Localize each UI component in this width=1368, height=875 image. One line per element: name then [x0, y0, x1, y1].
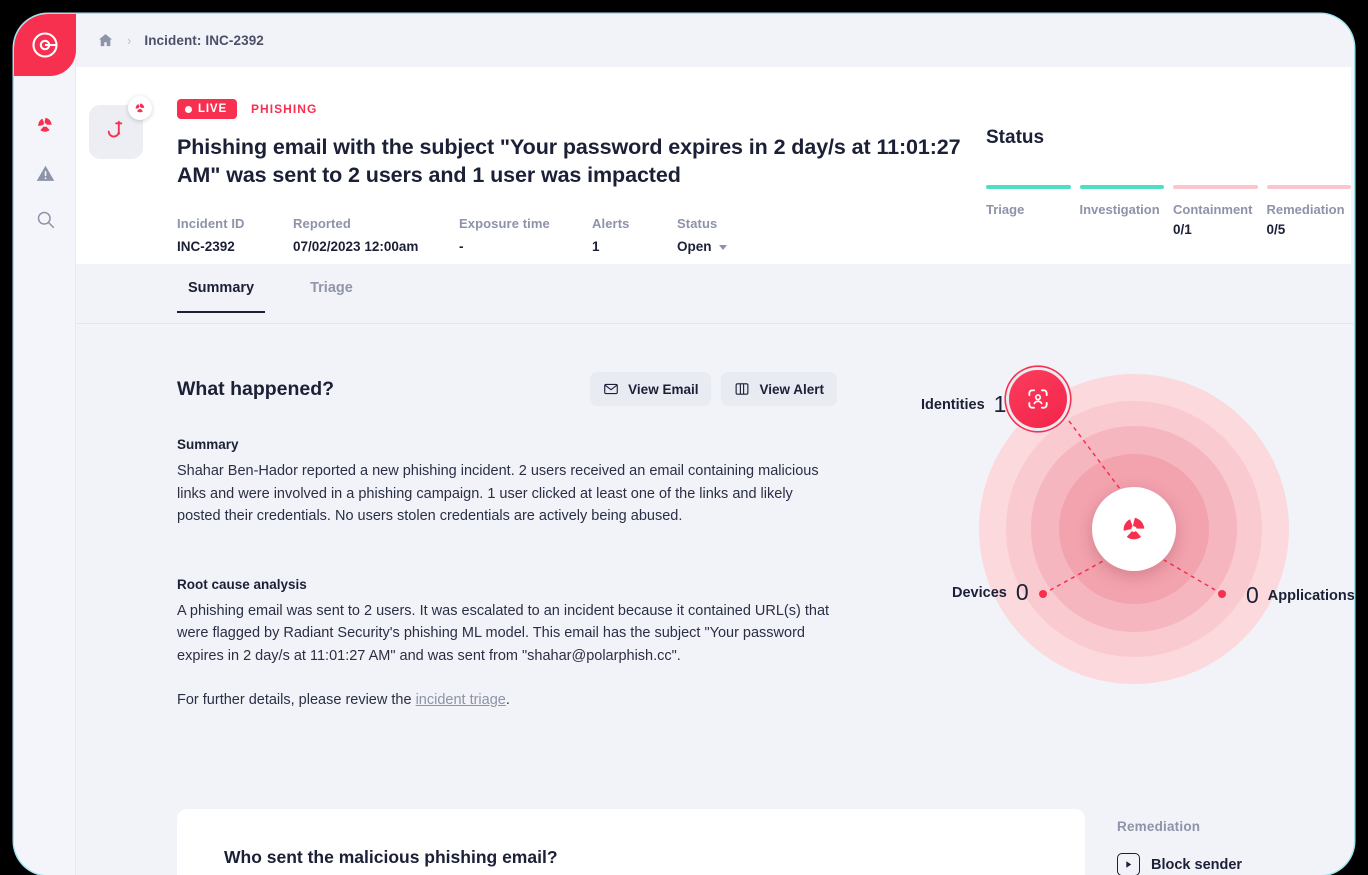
incident-header-main: LIVE PHISHING Phishing email with the su…	[177, 99, 967, 254]
live-label: LIVE	[198, 103, 227, 115]
face-id-icon	[1028, 389, 1048, 409]
sidebar	[14, 14, 76, 875]
section-title: What happened?	[177, 377, 335, 400]
sidebar-item-search[interactable]	[30, 204, 60, 234]
question-text: Who sent the malicious phishing email?	[224, 847, 558, 867]
tab-triage[interactable]: Triage	[299, 264, 364, 312]
applications-count: 0	[1246, 582, 1259, 608]
remediation-title: Remediation	[1117, 819, 1201, 834]
live-dot-icon	[185, 105, 192, 113]
page-title: Phishing email with the subject "Your pa…	[177, 135, 961, 187]
radiation-icon	[135, 103, 145, 113]
status-step-investigation[interactable]: Investigation	[1079, 185, 1164, 237]
incident-type-thumbnail	[89, 96, 152, 159]
play-action-icon	[1117, 853, 1140, 875]
summary-body: Shahar Ben-Hador reported a new phishing…	[177, 463, 819, 524]
radiation-icon	[1123, 517, 1145, 540]
blast-node-devices[interactable]	[1039, 590, 1047, 598]
blast-label-devices: Devices 0	[952, 579, 1029, 605]
status-step-containment[interactable]: Containment 0/1	[1173, 185, 1258, 237]
status-steps: Triage Investigation Containment 0/1 Rem…	[986, 185, 1351, 237]
remediation-item-label: Block sender	[1151, 856, 1243, 873]
search-icon	[37, 211, 54, 228]
status-tracker-title: Status	[986, 127, 1045, 148]
step-progress-bar	[1173, 185, 1258, 189]
step-progress-bar	[1266, 185, 1351, 189]
status-step-remediation[interactable]: Remediation 0/5	[1266, 185, 1351, 237]
live-status-badge: LIVE	[177, 99, 237, 119]
root-cause-body: A phishing email was sent to 2 users. It…	[177, 602, 830, 664]
incident-meta: Incident ID INC-2392 Reported 07/02/2023…	[177, 216, 967, 254]
question-card: Who sent the malicious phishing email?	[177, 809, 1085, 875]
radiant-security-logo-icon	[32, 32, 58, 58]
home-icon[interactable]	[97, 32, 114, 49]
step-progress-bar	[986, 185, 1071, 189]
tab-bar: Summary Triage	[76, 264, 1354, 324]
further-suffix: .	[505, 692, 510, 708]
blast-center-node	[1092, 487, 1176, 571]
breadcrumb: › Incident: INC-2392	[76, 14, 1354, 67]
view-alert-button[interactable]: View Alert	[721, 372, 837, 406]
blast-label-applications: 0 Applications	[1246, 582, 1354, 608]
incident-severity-badge	[128, 96, 152, 120]
status-tracker: Status Triage Investigation Containment …	[986, 127, 1351, 237]
what-happened-header: What happened? View Email View Alert	[177, 372, 837, 406]
panel-columns-icon	[736, 383, 749, 395]
remediation-item-block-sender[interactable]: Block sender	[1117, 853, 1354, 875]
summary-heading: Summary	[177, 437, 239, 452]
warning-triangle-icon	[36, 165, 54, 181]
envelope-icon	[604, 383, 619, 395]
app-logo[interactable]	[14, 14, 76, 76]
breadcrumb-current[interactable]: Incident: INC-2392	[144, 33, 264, 48]
step-progress-bar	[1079, 185, 1164, 189]
identities-count: 1	[993, 391, 1007, 417]
meta-alerts: Alerts 1	[592, 216, 630, 254]
tab-summary[interactable]: Summary	[177, 264, 266, 313]
status-dropdown[interactable]: Open	[677, 239, 727, 254]
view-alert-label: View Alert	[759, 381, 824, 397]
incident-category: PHISHING	[250, 102, 318, 116]
what-happened-section: What happened? View Email View Alert Sum…	[177, 372, 837, 708]
incident-badges: LIVE PHISHING	[177, 99, 967, 119]
view-email-button[interactable]: View Email	[590, 372, 712, 406]
status-value: Open	[677, 239, 712, 254]
chevron-down-icon	[718, 245, 727, 250]
status-step-triage[interactable]: Triage	[986, 185, 1071, 237]
meta-exposure-time: Exposure time -	[459, 216, 550, 254]
app-window: › Incident: INC-2392 LIVE PHISHING Phish…	[14, 14, 1354, 875]
incident-triage-link[interactable]: incident triage	[416, 692, 506, 708]
radiation-icon	[38, 117, 52, 132]
blast-label-identities: Identities 1	[921, 391, 1007, 417]
meta-reported: Reported 07/02/2023 12:00am	[293, 216, 419, 254]
further-prefix: For further details, please review the	[177, 692, 416, 708]
further-details-line: For further details, please review the i…	[177, 692, 837, 708]
blast-node-applications[interactable]	[1218, 590, 1226, 598]
remediation-panel: Remediation Block sender	[1117, 819, 1354, 875]
blast-radius-diagram: Identities 1 Devices 0 0 Applications	[921, 364, 1354, 694]
meta-status: Status Open	[677, 216, 727, 254]
sidebar-item-incidents[interactable]	[30, 110, 60, 140]
incident-header-card: LIVE PHISHING Phishing email with the su…	[76, 67, 1351, 264]
devices-count: 0	[1015, 579, 1029, 605]
sidebar-item-alerts[interactable]	[30, 158, 60, 188]
meta-incident-id: Incident ID INC-2392	[177, 216, 245, 254]
view-email-label: View Email	[628, 381, 699, 397]
root-cause-heading: Root cause analysis	[177, 576, 307, 592]
breadcrumb-separator: ›	[127, 33, 132, 48]
fish-hook-icon	[107, 120, 123, 138]
blast-node-identities[interactable]	[1009, 370, 1067, 428]
